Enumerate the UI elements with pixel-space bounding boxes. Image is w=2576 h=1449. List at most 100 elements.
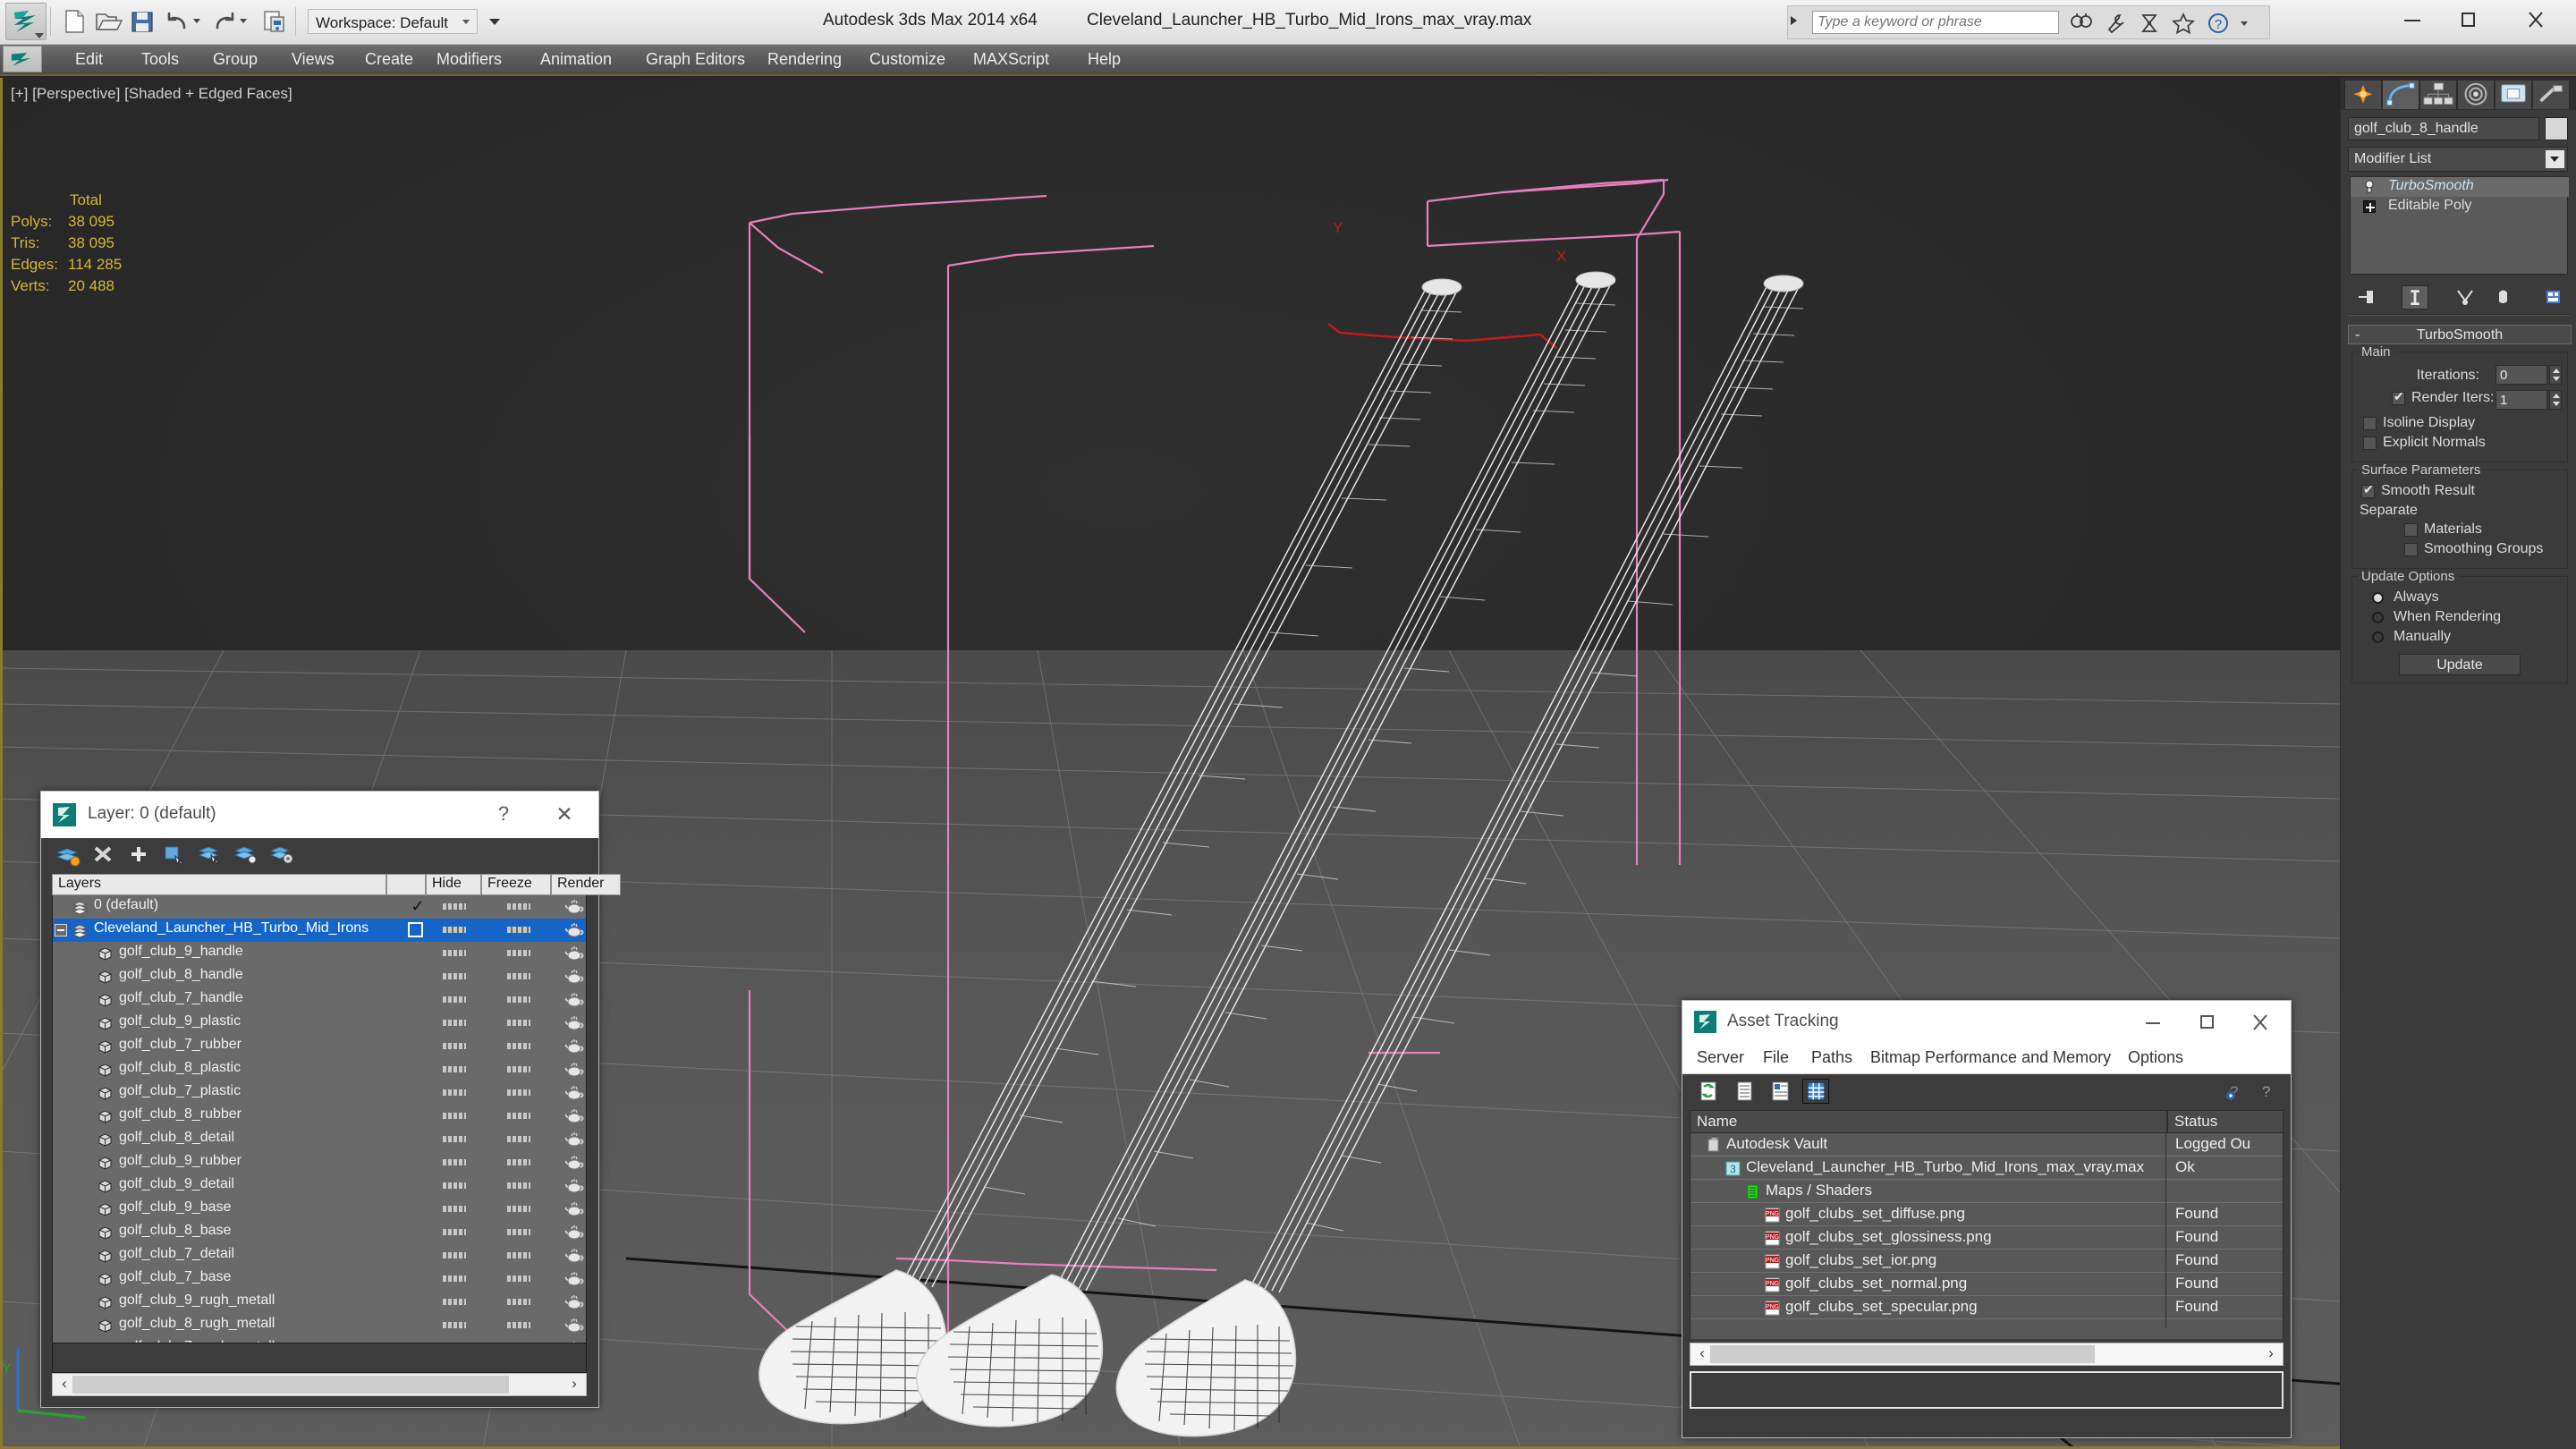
hide-toggle[interactable] — [443, 927, 466, 933]
hide-toggle[interactable] — [443, 1275, 466, 1282]
explicit-normals-checkbox[interactable]: Explicit Normals — [2363, 435, 2562, 454]
hide-toggle[interactable] — [443, 973, 466, 979]
hide-toggle[interactable] — [443, 1043, 466, 1049]
column-header-layers[interactable]: Layers — [52, 874, 386, 895]
close-icon[interactable]: ✕ — [547, 802, 582, 829]
modify-tab[interactable] — [2382, 80, 2419, 109]
hide-toggle[interactable] — [443, 1182, 466, 1189]
minimize-button[interactable] — [2385, 0, 2440, 39]
menu-group[interactable]: Group — [204, 48, 267, 72]
menu-tools[interactable]: Tools — [132, 48, 188, 72]
undo-dropdown-button[interactable] — [190, 6, 204, 37]
select-objects-in-layer-icon[interactable] — [197, 842, 224, 867]
smoothing-groups-checkbox[interactable]: Smoothing Groups — [2358, 541, 2562, 561]
object-name-field[interactable]: golf_club_8_handle — [2348, 117, 2539, 140]
detail-view-icon[interactable] — [1767, 1079, 1793, 1104]
render-teapot-icon[interactable] — [564, 968, 586, 986]
layer-list-row[interactable]: golf_club_9_rugh_metall — [53, 1291, 586, 1314]
iterations-field[interactable]: Iterations: 0 — [2358, 365, 2562, 386]
smooth-result-checkbox[interactable]: Smooth Result — [2361, 482, 2562, 503]
add-help-icon[interactable]: ? — [2223, 1079, 2250, 1104]
render-teapot-icon[interactable] — [564, 1200, 586, 1218]
asset-tracking-dialog[interactable]: Asset Tracking Server File Paths Bitmap … — [1682, 1000, 2292, 1438]
freeze-toggle[interactable] — [507, 1043, 530, 1049]
hide-toggle[interactable] — [443, 903, 466, 910]
menu-views[interactable]: Views — [283, 48, 343, 72]
asset-list-row[interactable]: PNG golf_clubs_set_specular.png Found — [1690, 1296, 2283, 1319]
create-tab[interactable] — [2344, 80, 2382, 109]
freeze-toggle[interactable] — [507, 950, 530, 956]
scroll-left-button[interactable]: ‹ — [55, 1376, 74, 1394]
freeze-toggle[interactable] — [507, 1066, 530, 1072]
render-teapot-icon[interactable] — [564, 921, 586, 939]
minimize-button[interactable] — [2130, 1008, 2176, 1037]
asset-menu-server[interactable]: Server — [1691, 1047, 1750, 1071]
column-header-freeze[interactable]: Freeze — [481, 874, 551, 895]
object-color-swatch[interactable] — [2545, 117, 2568, 140]
motion-tab[interactable] — [2457, 80, 2495, 109]
new-layer-icon[interactable] — [125, 842, 152, 867]
layer-list-row[interactable]: golf_club_9_handle — [53, 942, 586, 965]
isoline-display-checkbox[interactable]: Isoline Display — [2363, 415, 2562, 435]
asset-menu-file[interactable]: File — [1758, 1047, 1794, 1071]
layer-dialog[interactable]: Layer: 0 (default) ? ✕ Layers Hide Freez… — [40, 791, 621, 1408]
save-file-button[interactable] — [127, 6, 157, 37]
favorites-star-icon[interactable] — [2170, 11, 2197, 36]
layer-list-row[interactable]: golf_club_8_rubber — [53, 1105, 586, 1128]
asset-list-row[interactable]: 3 Cleveland_Launcher_HB_Turbo_Mid_Irons_m… — [1690, 1157, 2283, 1180]
layer-list-row[interactable]: Cleveland_Launcher_HB_Turbo_Mid_Irons — [53, 919, 586, 942]
hide-toggle[interactable] — [443, 1020, 466, 1026]
asset-list-row[interactable]: PNG golf_clubs_set_ior.png Found — [1690, 1250, 2283, 1273]
configure-modifier-sets-icon[interactable] — [2539, 285, 2566, 309]
layer-list-row[interactable]: golf_club_8_rugh_metall — [53, 1314, 586, 1337]
set-layer-to-selection-icon[interactable] — [233, 842, 259, 867]
menu-maxscript[interactable]: MAXScript — [964, 48, 1058, 72]
help-icon[interactable]: ? — [2206, 11, 2233, 36]
menu-modifiers[interactable]: Modifiers — [428, 48, 511, 72]
workspace-selector[interactable]: Workspace: Default — [308, 9, 478, 34]
render-teapot-icon[interactable] — [564, 1014, 586, 1032]
subscription-icon[interactable] — [2136, 11, 2163, 36]
hide-toggle[interactable] — [443, 1159, 466, 1165]
app-logo-icon[interactable] — [3, 46, 42, 72]
layer-list-row[interactable]: golf_club_8_detail — [53, 1128, 586, 1151]
render-teapot-icon[interactable] — [564, 1177, 586, 1195]
search-icon[interactable] — [2068, 11, 2095, 36]
current-layer-check-icon[interactable]: ✓ — [408, 897, 428, 917]
layer-list-hscrollbar[interactable]: ‹ › — [52, 1373, 587, 1396]
maximize-button[interactable] — [2440, 0, 2496, 39]
render-teapot-icon[interactable] — [564, 1084, 586, 1102]
layer-list-row[interactable]: golf_club_7_base — [53, 1267, 586, 1291]
viewport-label[interactable]: [+] [Perspective] [Shaded + Edged Faces] — [11, 85, 292, 103]
show-end-result-icon[interactable] — [2402, 285, 2428, 309]
render-teapot-icon[interactable] — [564, 1317, 586, 1335]
menu-help[interactable]: Help — [1079, 48, 1130, 72]
layer-list[interactable]: 0 (default) ✓ Cleveland_Launcher_HB_Turbo_… — [52, 895, 587, 1343]
render-teapot-icon[interactable] — [564, 1131, 586, 1148]
search-input[interactable] — [1812, 11, 2059, 34]
pin-stack-icon[interactable] — [2355, 285, 2382, 309]
freeze-toggle[interactable] — [507, 1159, 530, 1165]
menu-customize[interactable]: Customize — [860, 48, 954, 72]
freeze-toggle[interactable] — [507, 1322, 530, 1328]
layer-list-row[interactable]: golf_club_7_handle — [53, 988, 586, 1012]
update-option-manually[interactable]: Manually — [2358, 629, 2562, 648]
menu-rendering[interactable]: Rendering — [758, 48, 851, 72]
scrollbar-thumb[interactable] — [1710, 1345, 2095, 1363]
new-file-button[interactable] — [59, 6, 89, 37]
toolbar-expand-icon[interactable] — [1791, 16, 1797, 25]
display-tab[interactable] — [2495, 80, 2532, 109]
layer-list-row[interactable]: golf_club_9_base — [53, 1198, 586, 1221]
asset-dialog-titlebar[interactable]: Asset Tracking — [1682, 1001, 2291, 1044]
close-button[interactable] — [2237, 1008, 2284, 1037]
collapse-icon[interactable] — [55, 924, 67, 936]
modifier-stack[interactable]: TurboSmooth Editable Poly — [2350, 176, 2569, 275]
grid-view-icon[interactable] — [1802, 1079, 1829, 1104]
hide-toggle[interactable] — [443, 1113, 466, 1119]
asset-list-row[interactable]: PNG golf_clubs_set_normal.png Found — [1690, 1273, 2283, 1296]
hide-toggle[interactable] — [443, 1322, 466, 1328]
materials-checkbox[interactable]: Materials — [2358, 521, 2562, 541]
freeze-toggle[interactable] — [507, 1299, 530, 1305]
render-teapot-icon[interactable] — [564, 1038, 586, 1055]
menu-graph-editors[interactable]: Graph Editors — [637, 48, 754, 72]
